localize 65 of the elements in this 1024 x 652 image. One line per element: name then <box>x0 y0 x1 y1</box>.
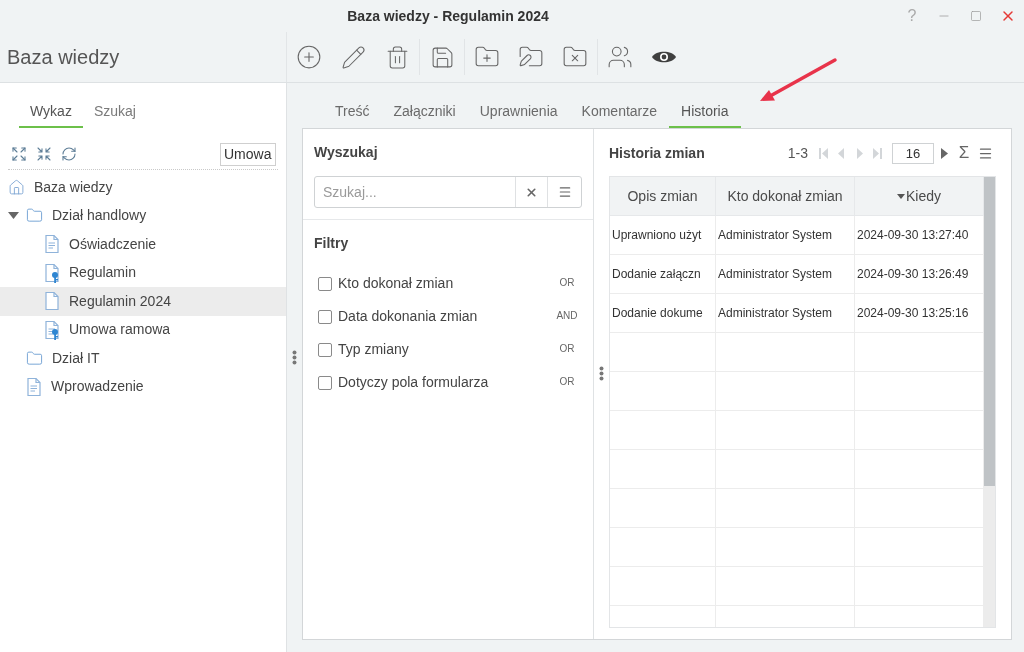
home-icon <box>8 178 25 196</box>
page-size-field[interactable]: 16 <box>892 142 934 164</box>
sidebar-tab[interactable]: Szukaj <box>82 96 147 128</box>
drag-handle-icon[interactable] <box>292 350 297 365</box>
section-title: Wyszukaj <box>314 143 379 162</box>
play-icon[interactable] <box>940 147 948 159</box>
table-cell: Dodanie załączn <box>610 255 716 293</box>
operator-label: AND <box>555 308 579 323</box>
filter-label[interactable]: Data dokonania zmian <box>338 306 478 327</box>
scrollbar-thumb[interactable] <box>984 177 995 486</box>
close-icon <box>525 185 538 199</box>
collapse-icon[interactable] <box>36 146 52 162</box>
add-icon[interactable] <box>296 44 322 70</box>
drag-handle-icon[interactable] <box>599 366 604 381</box>
file-key-icon <box>44 262 60 283</box>
document-key-icon <box>44 319 60 340</box>
section-title: Historia zmian <box>609 143 705 163</box>
users-icon[interactable] <box>607 44 633 70</box>
table-cell: Dodanie dokume <box>610 294 716 332</box>
table-cell: Administrator System <box>716 255 855 293</box>
filter-label[interactable]: Typ zmiany <box>338 339 409 360</box>
search-field[interactable]: Szukaj... <box>315 177 515 207</box>
operator-label: OR <box>558 374 576 389</box>
folder-icon <box>26 349 43 367</box>
column-header[interactable]: Kto dokonał zmian <box>716 177 855 215</box>
caret-down-icon[interactable] <box>8 212 19 220</box>
menu-icon[interactable] <box>977 145 993 161</box>
document-icon <box>44 234 60 255</box>
menu-icon <box>557 185 572 199</box>
operator-label: OR <box>558 275 576 290</box>
column-header[interactable]: Opis zmian <box>610 177 716 215</box>
sidebar-tab[interactable]: Wykaz <box>19 96 83 128</box>
operator-label: OR <box>558 341 576 356</box>
close-icon[interactable] <box>1000 8 1016 24</box>
document-icon <box>26 376 42 397</box>
checkbox[interactable] <box>318 276 332 291</box>
table-cell: Administrator System <box>716 216 855 254</box>
pencil-icon[interactable] <box>340 44 366 70</box>
file-icon <box>44 291 60 312</box>
sort-down-icon <box>897 193 905 199</box>
app-title: Baza wiedzy <box>7 45 120 70</box>
sum-button[interactable]: Σ <box>954 143 974 163</box>
content-tab[interactable]: Komentarze <box>569 96 670 128</box>
folder-icon <box>26 207 43 225</box>
window-title: Baza wiedzy - Regulamin 2024 <box>347 6 549 26</box>
table-cell: Administrator System <box>716 294 855 332</box>
section-title: Filtry <box>314 234 350 253</box>
filter-label[interactable]: Dotyczy pola formularza <box>338 372 489 393</box>
checkbox[interactable] <box>318 375 332 390</box>
checkbox[interactable] <box>318 309 332 324</box>
content-tab[interactable]: Załączniki <box>381 96 468 128</box>
scrollbar[interactable] <box>984 177 995 627</box>
expand-icon[interactable] <box>11 146 27 162</box>
range-label: 1-3 <box>787 143 808 163</box>
checkbox[interactable] <box>318 342 332 357</box>
content-tab[interactable]: Uprawnienia <box>467 96 570 128</box>
save-icon[interactable] <box>429 44 455 70</box>
table-cell: Uprawniono użyt <box>610 216 716 254</box>
search-box[interactable]: Szukaj... <box>314 176 582 208</box>
content-tab[interactable]: Treść <box>323 96 382 128</box>
eye-icon[interactable] <box>651 50 677 64</box>
filter-field[interactable]: Umowa <box>220 142 276 166</box>
tree-item[interactable]: Regulamin 2024 <box>0 287 286 316</box>
refresh-icon[interactable] <box>61 146 77 162</box>
filter-label[interactable]: Kto dokonał zmian <box>338 273 454 294</box>
